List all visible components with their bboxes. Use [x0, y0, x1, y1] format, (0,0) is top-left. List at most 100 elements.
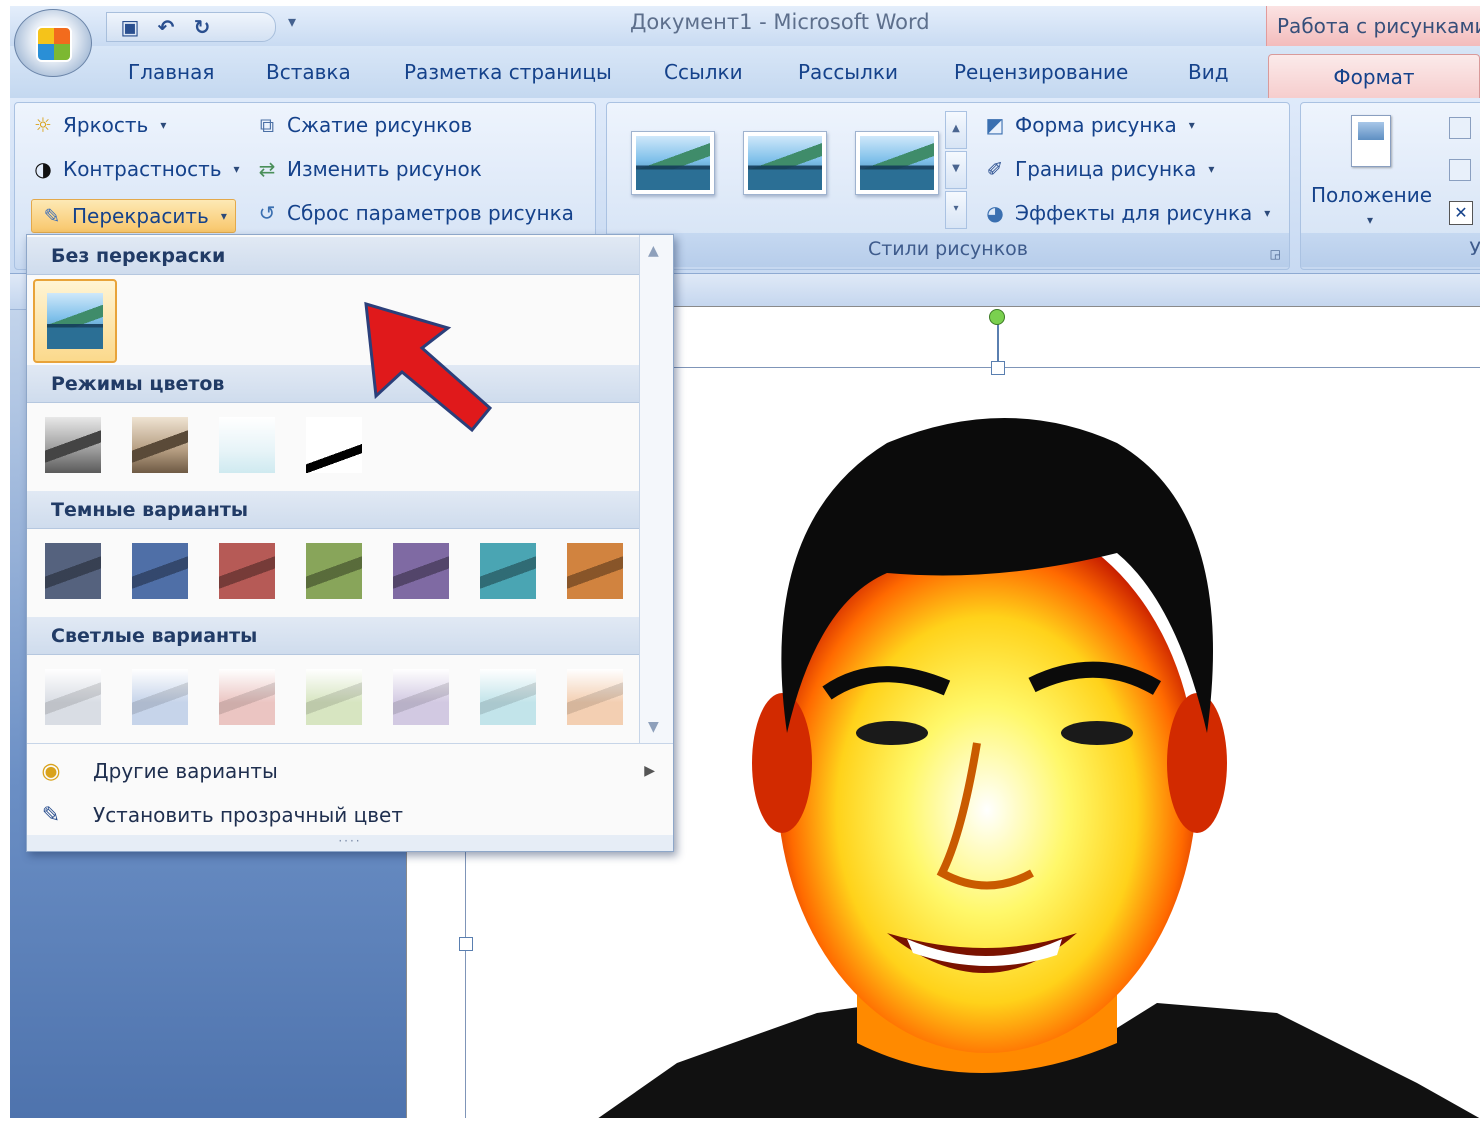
dark-variant-swatch[interactable] — [480, 543, 536, 599]
tab-insert[interactable]: Вставка — [266, 60, 351, 84]
gallery-scroll-down-icon[interactable]: ▼ — [945, 151, 967, 189]
right-eye-shape — [1061, 721, 1133, 745]
dark-variant-swatch[interactable] — [306, 543, 362, 599]
window-title: Документ1 - Microsoft Word — [630, 10, 930, 34]
customize-qat-icon[interactable]: ▾ — [288, 12, 296, 31]
picture-style-thumb[interactable] — [631, 131, 715, 195]
contrast-button[interactable]: ◑ Контрастность ▾ — [31, 157, 240, 181]
brightness-button[interactable]: ☼ Яркость ▾ — [31, 113, 166, 137]
dark-variant-swatch[interactable] — [393, 543, 449, 599]
picture-styles-group: ▲ ▼ ▾ ◩ Форма рисунка ▾ ✐ Граница рисунк… — [606, 102, 1290, 270]
tab-references[interactable]: Ссылки — [664, 60, 743, 84]
recolor-button[interactable]: ✎ Перекрасить ▾ — [31, 199, 236, 233]
light-variant-swatch[interactable] — [132, 669, 188, 725]
no-recolor-option[interactable] — [33, 279, 117, 363]
dark-variant-swatch[interactable] — [567, 543, 623, 599]
scroll-up-icon[interactable]: ▲ — [648, 243, 659, 259]
save-icon[interactable]: ▣ — [119, 15, 141, 39]
tab-review[interactable]: Рецензирование — [954, 60, 1128, 84]
dialog-launcher-icon[interactable]: ◲ — [1270, 247, 1281, 261]
color-mode-black-and-white-swatch[interactable] — [306, 417, 362, 473]
picture-style-thumb[interactable] — [855, 131, 939, 195]
menu-scrollbar[interactable]: ▲ ▼ — [639, 235, 673, 743]
chevron-down-icon: ▾ — [1188, 118, 1195, 132]
chevron-down-icon: ▾ — [160, 118, 167, 132]
title-bar: ▣ ↶ ↻ ▾ Документ1 - Microsoft Word Работ… — [10, 6, 1480, 46]
recolored-photo[interactable] — [557, 403, 1480, 1118]
no-recolor-swatch — [47, 293, 103, 349]
chevron-down-icon: ▾ — [1208, 162, 1215, 176]
undo-icon[interactable]: ↶ — [155, 15, 177, 39]
gallery-scroll-up-icon[interactable]: ▲ — [945, 111, 967, 149]
dark-variant-swatch[interactable] — [132, 543, 188, 599]
light-variant-swatch[interactable] — [480, 669, 536, 725]
pen-icon: ✎ — [41, 802, 61, 828]
picture-style-thumb[interactable] — [743, 131, 827, 195]
annotation-arrow-shape — [364, 301, 493, 433]
send-back-icon[interactable] — [1449, 159, 1471, 181]
set-transparent-color-label: Установить прозрачный цвет — [93, 803, 403, 827]
text-wrap-icon[interactable]: ✕ — [1449, 201, 1473, 225]
light-variant-swatch[interactable] — [393, 669, 449, 725]
compress-pictures-button[interactable]: ⧉ Сжатие рисунков — [255, 113, 472, 137]
chevron-down-icon: ▾ — [1264, 206, 1271, 220]
picture-style-preview — [636, 136, 710, 190]
picture-styles-gallery — [617, 111, 955, 211]
picture-shape-button[interactable]: ◩ Форма рисунка ▾ — [983, 113, 1195, 137]
ribbon-tabs: Главная Вставка Разметка страницы Ссылки… — [10, 46, 1480, 100]
office-logo-icon — [36, 26, 72, 62]
tab-format[interactable]: Формат — [1268, 54, 1480, 100]
rotate-handle[interactable] — [989, 309, 1005, 325]
more-variants-item[interactable]: ◉ Другие варианты ▶ — [27, 751, 673, 791]
chevron-down-icon: ▾ — [220, 209, 227, 223]
resize-handle-top[interactable] — [991, 361, 1005, 375]
gallery-expand-icon[interactable]: ▾ — [945, 191, 967, 229]
chevron-down-icon: ▾ — [233, 162, 240, 176]
color-mode-grayscale-swatch[interactable] — [45, 417, 101, 473]
redo-icon[interactable]: ↻ — [191, 15, 213, 39]
compress-label: Сжатие рисунков — [287, 113, 473, 137]
light-variant-swatch[interactable] — [306, 669, 362, 725]
gallery-scroll: ▲ ▼ ▾ — [945, 111, 967, 229]
change-picture-button[interactable]: ⇄ Изменить рисунок — [255, 157, 482, 181]
menu-separator — [27, 743, 673, 744]
position-button[interactable]: Положение ▾ — [1307, 109, 1439, 229]
light-variant-swatch[interactable] — [219, 669, 275, 725]
resize-grip[interactable]: ···· — [27, 835, 673, 851]
resize-handle-left[interactable] — [459, 937, 473, 951]
office-button[interactable] — [14, 9, 92, 77]
dark-variant-swatch[interactable] — [45, 543, 101, 599]
section-no-recolor: Без перекраски — [27, 237, 639, 275]
light-variant-swatch[interactable] — [45, 669, 101, 725]
set-transparent-color-item[interactable]: ✎ Установить прозрачный цвет — [27, 795, 673, 835]
more-variants-label: Другие варианты — [93, 759, 278, 783]
section-color-modes: Режимы цветов — [27, 365, 639, 403]
dark-variant-swatch[interactable] — [219, 543, 275, 599]
shape-icon: ◩ — [985, 113, 1005, 137]
change-picture-label: Изменить рисунок — [287, 157, 482, 181]
annotation-arrow — [364, 301, 493, 433]
tab-view[interactable]: Вид — [1188, 60, 1229, 84]
tab-mailings[interactable]: Рассылки — [798, 60, 898, 84]
tab-home[interactable]: Главная — [128, 60, 214, 84]
right-ear-shape — [1167, 693, 1227, 833]
section-light-variants: Светлые варианты — [27, 617, 639, 655]
scroll-down-icon[interactable]: ▼ — [648, 719, 659, 735]
picture-style-preview — [748, 136, 822, 190]
left-ear-shape — [752, 693, 812, 833]
recolor-menu: ▲ ▼ Без перекраски Режимы цветов Темные … — [26, 234, 674, 852]
tab-page-layout[interactable]: Разметка страницы — [404, 60, 612, 84]
color-mode-sepia-swatch[interactable] — [132, 417, 188, 473]
picture-effects-button[interactable]: ◕ Эффекты для рисунка ▾ — [983, 201, 1270, 225]
quick-access-toolbar: ▣ ↶ ↻ — [106, 12, 276, 42]
change-picture-icon: ⇄ — [258, 157, 276, 181]
picture-effects-label: Эффекты для рисунка — [1015, 201, 1253, 225]
left-eye-shape — [856, 721, 928, 745]
picture-border-button[interactable]: ✐ Граница рисунка ▾ — [983, 157, 1215, 181]
reset-picture-button[interactable]: ↺ Сброс параметров рисунка — [255, 201, 574, 225]
submenu-arrow-icon: ▶ — [644, 763, 655, 779]
contrast-icon: ◑ — [34, 157, 52, 181]
color-mode-washout-swatch[interactable] — [219, 417, 275, 473]
light-variant-swatch[interactable] — [567, 669, 623, 725]
bring-front-icon[interactable] — [1449, 117, 1471, 139]
